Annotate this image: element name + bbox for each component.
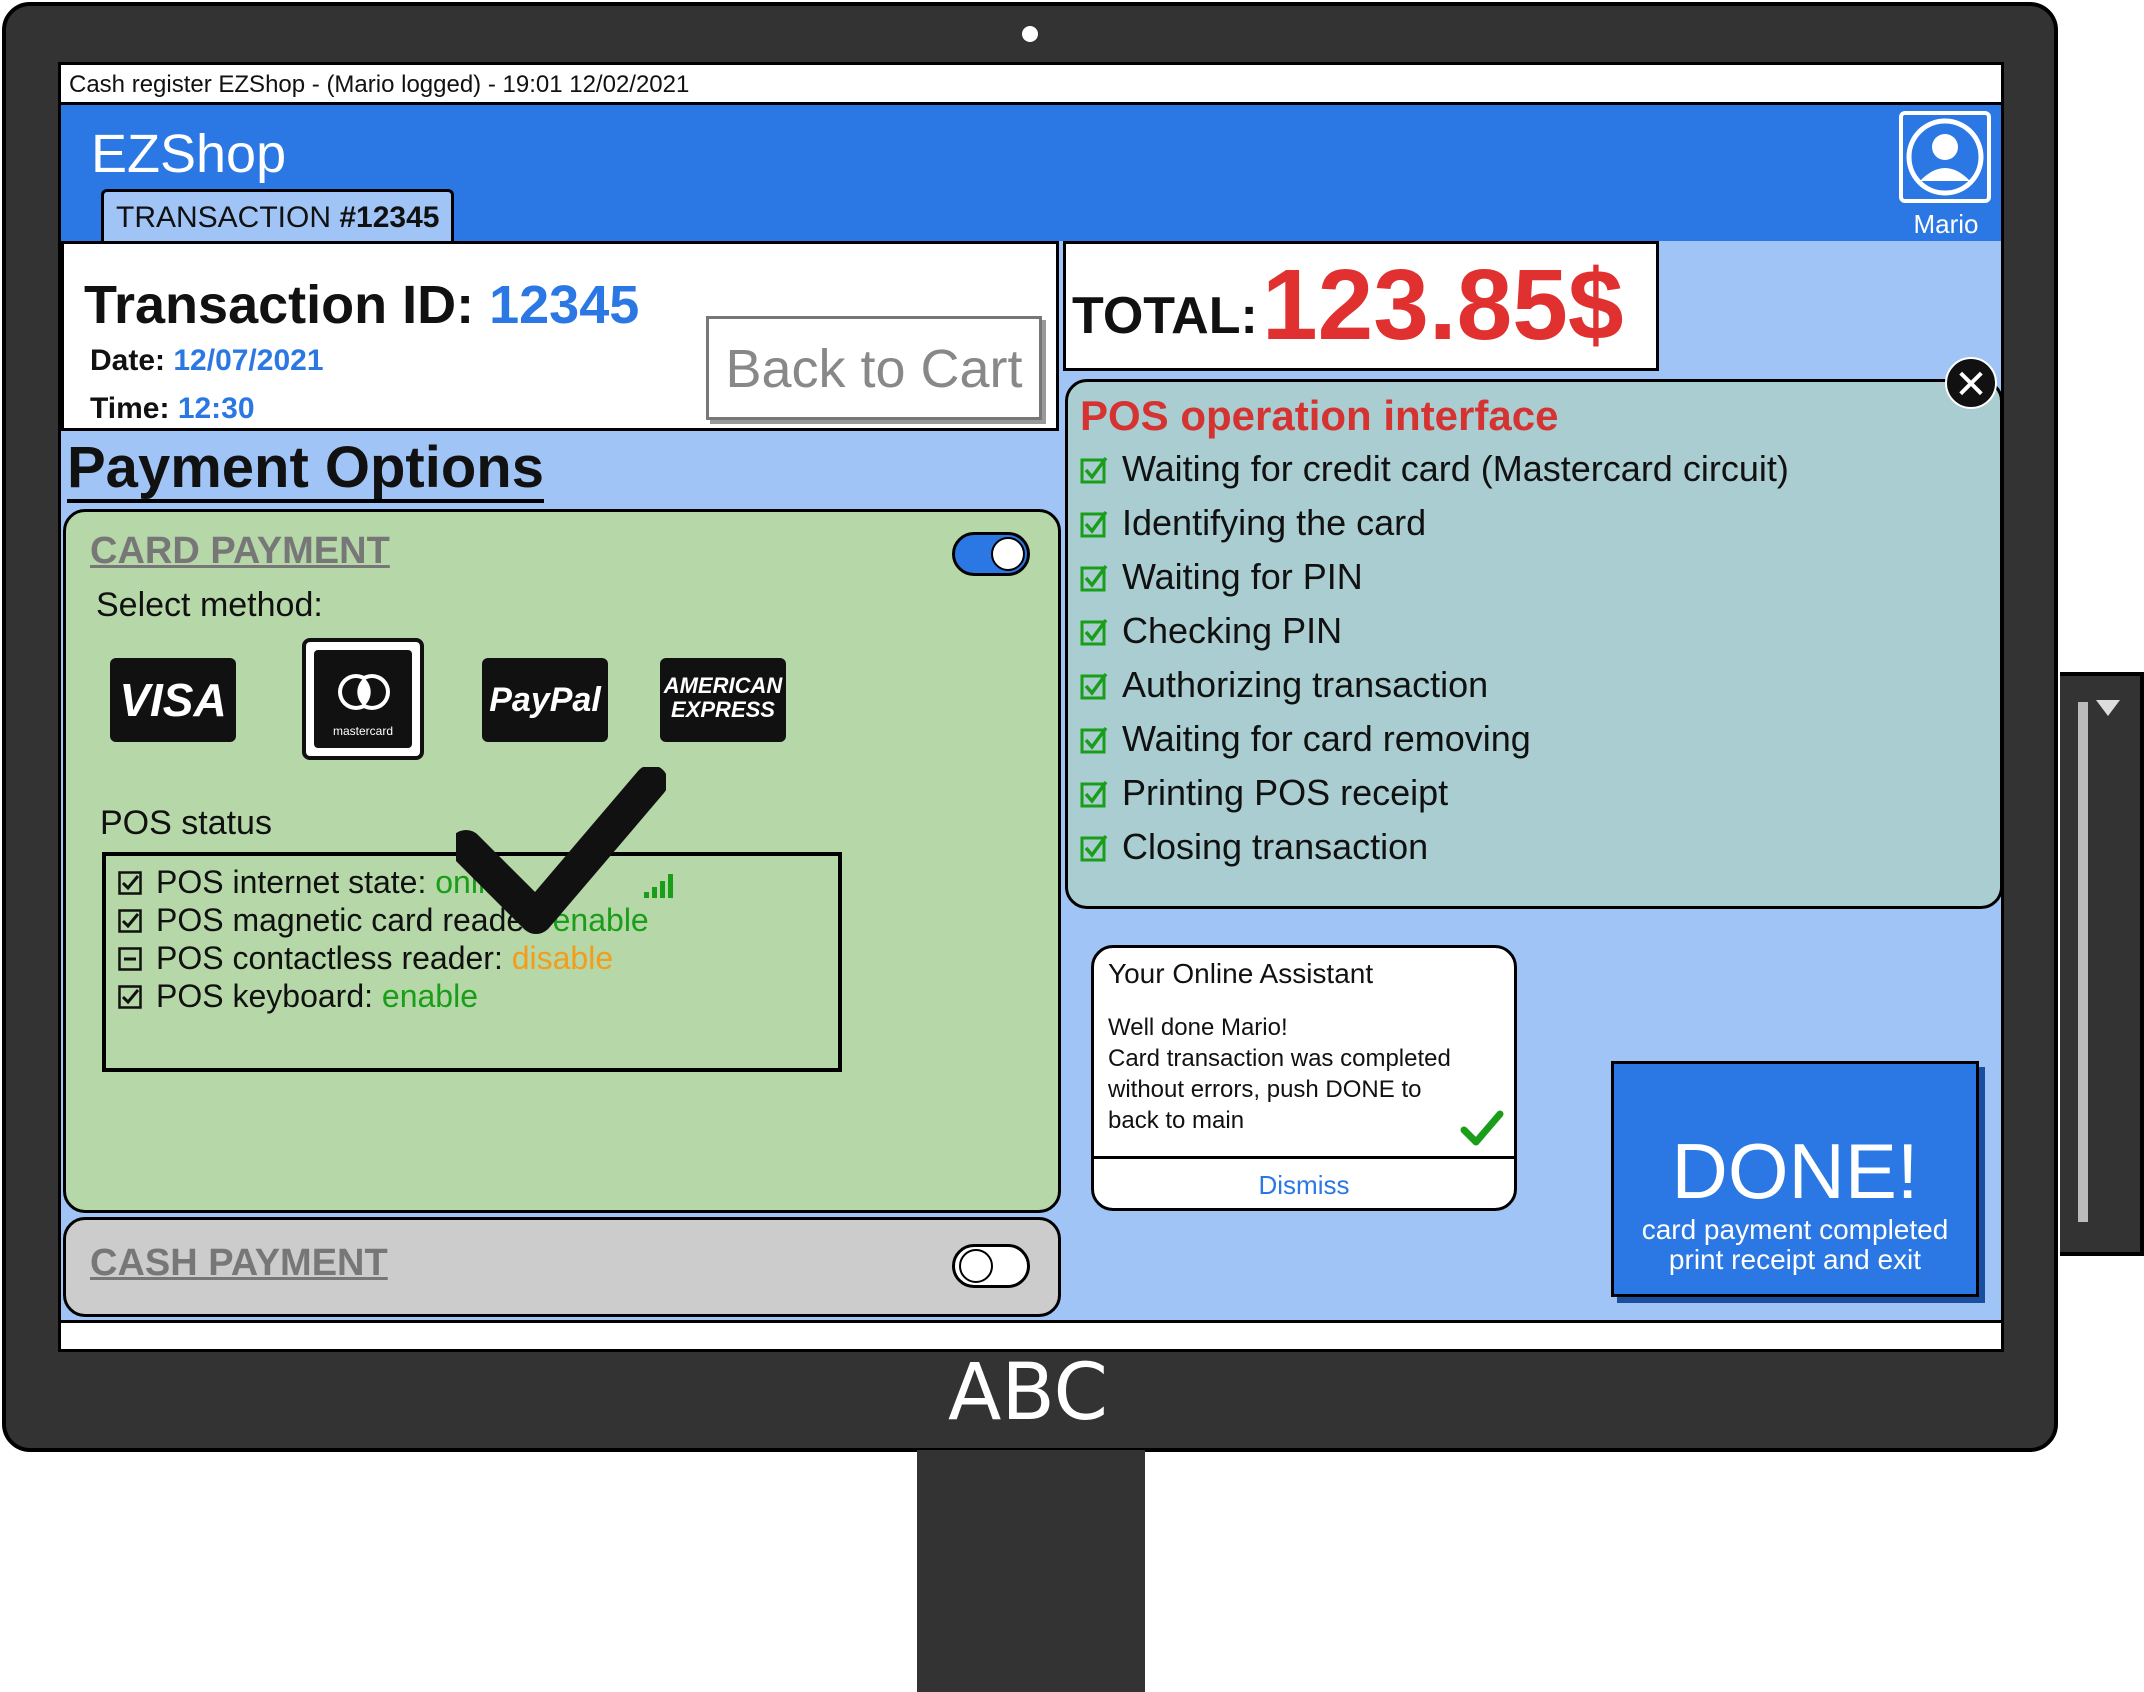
checkbox-checked-icon xyxy=(1080,834,1108,862)
status-value: enable xyxy=(381,978,478,1014)
tab-transaction[interactable]: TRANSACTION #12345 xyxy=(101,189,455,243)
card-reader-slit xyxy=(2078,702,2088,1222)
large-checkmark-icon xyxy=(456,767,666,934)
status-label: POS keyboard: xyxy=(156,978,382,1014)
assistant-title: Your Online Assistant xyxy=(1108,958,1374,989)
pos-step-label: Printing POS receipt xyxy=(1122,772,1449,813)
checkbox-checked-icon xyxy=(1080,780,1108,808)
pos-step: Waiting for PIN xyxy=(1080,556,1363,598)
total-label: TOTAL: xyxy=(1072,287,1258,345)
cash-payment-panel: CASH PAYMENT xyxy=(63,1217,1061,1317)
status-bar xyxy=(61,1320,2001,1349)
mastercard-method[interactable]: mastercard xyxy=(302,638,424,760)
pos-step-label: Checking PIN xyxy=(1122,610,1343,651)
transaction-id: Transaction ID: 12345 xyxy=(84,274,639,336)
cash-payment-toggle[interactable] xyxy=(952,1244,1030,1288)
screen: Cash register EZShop - (Mario logged) - … xyxy=(58,62,2004,1352)
transaction-date-value: 12/07/2021 xyxy=(173,344,324,377)
transaction-info-panel: Transaction ID: 12345 Date: 12/07/2021 T… xyxy=(61,241,1059,431)
transaction-date: Date: 12/07/2021 xyxy=(90,344,324,378)
pos-step-label: Waiting for card removing xyxy=(1122,718,1531,759)
mastercard-logo: mastercard xyxy=(314,650,412,748)
monitor-stand xyxy=(917,1450,1145,1692)
pos-step: Authorizing transaction xyxy=(1080,664,1488,706)
transaction-id-value: 12345 xyxy=(489,275,640,335)
select-method-label: Select method: xyxy=(96,586,323,624)
app-header: EZShop TRANSACTION #12345 Mario xyxy=(61,105,2001,243)
webcam-dot xyxy=(1022,26,1038,42)
checkbox-checked-icon xyxy=(1080,564,1108,592)
assistant-divider xyxy=(1094,1156,1514,1159)
checkbox-checked-icon xyxy=(118,871,142,895)
mastercard-label: mastercard xyxy=(332,724,394,738)
toggle-knob xyxy=(959,1249,993,1283)
pos-step: Checking PIN xyxy=(1080,610,1342,652)
total-value: 123.85$ xyxy=(1262,249,1624,361)
assistant-message: Well done Mario! Card transaction was co… xyxy=(1108,1014,1451,1134)
pos-status-label: POS status xyxy=(100,804,272,842)
online-assistant-popup: Your Online Assistant Well done Mario! C… xyxy=(1091,945,1517,1211)
card-payment-toggle[interactable] xyxy=(952,532,1030,576)
amex-method[interactable]: AMERICAN EXPRESS xyxy=(660,658,786,742)
pos-step: Waiting for credit card (Mastercard circ… xyxy=(1080,448,1789,490)
pos-step: Closing transaction xyxy=(1080,826,1428,868)
checkbox-partial-icon xyxy=(118,947,142,971)
checkbox-checked-icon xyxy=(1080,456,1108,484)
done-button[interactable]: DONE! card payment completed print recei… xyxy=(1611,1061,1979,1297)
done-label: DONE! xyxy=(1671,1127,1919,1215)
checkbox-checked-icon xyxy=(1080,618,1108,646)
transaction-time: Time: 12:30 xyxy=(90,392,255,426)
checkbox-checked-icon xyxy=(1080,510,1108,538)
pos-operation-panel: POS operation interface Waiting for cred… xyxy=(1065,379,2001,909)
total-panel: TOTAL: 123.85$ xyxy=(1063,241,1659,371)
checkbox-checked-icon xyxy=(118,985,142,1009)
card-payment-title[interactable]: CARD PAYMENT xyxy=(90,530,390,573)
checkbox-checked-icon xyxy=(1080,672,1108,700)
tab-transaction-prefix: TRANSACTION xyxy=(116,201,340,234)
done-subtitle-1: card payment completed xyxy=(1641,1214,1949,1245)
tab-transaction-number: #12345 xyxy=(339,201,440,234)
pos-operation-title: POS operation interface xyxy=(1080,392,1559,439)
dismiss-button[interactable]: Dismiss xyxy=(1094,1170,1514,1201)
user-avatar-icon[interactable] xyxy=(1899,111,1991,203)
mastercard-circles-icon xyxy=(338,674,390,710)
transaction-id-label: Transaction ID: xyxy=(84,275,490,335)
app-name: EZShop xyxy=(91,124,287,184)
cash-payment-title[interactable]: CASH PAYMENT xyxy=(90,1242,388,1285)
monitor-brand: ABC xyxy=(948,1348,1108,1438)
pos-step-label: Authorizing transaction xyxy=(1122,664,1489,705)
paypal-method[interactable]: PayPal xyxy=(482,658,608,742)
pos-step-label: Waiting for PIN xyxy=(1122,556,1363,597)
card-payment-panel: CARD PAYMENT Select method: VISA masterc… xyxy=(63,509,1061,1213)
back-to-cart-button[interactable]: Back to Cart xyxy=(706,316,1042,420)
pos-step: Waiting for card removing xyxy=(1080,718,1531,760)
visa-method[interactable]: VISA xyxy=(110,658,236,742)
checkbox-checked-icon xyxy=(118,909,142,933)
pos-step-label: Identifying the card xyxy=(1122,502,1427,543)
transaction-date-label: Date: xyxy=(90,344,174,377)
done-subtitle-2: print receipt and exit xyxy=(1668,1244,1922,1275)
success-check-icon xyxy=(1460,1110,1504,1146)
pos-step: Printing POS receipt xyxy=(1080,772,1448,814)
user-name: Mario xyxy=(1913,209,1979,239)
card-reader-slot xyxy=(2060,672,2144,1256)
close-icon[interactable]: ✕ xyxy=(1945,357,1997,409)
pos-step: Identifying the card xyxy=(1080,502,1426,544)
pos-step-label: Closing transaction xyxy=(1122,826,1429,867)
transaction-time-label: Time: xyxy=(90,392,178,425)
window-title: Cash register EZShop - (Mario logged) - … xyxy=(61,65,2001,105)
checkbox-checked-icon xyxy=(1080,726,1108,754)
pos-step-label: Waiting for credit card (Mastercard circ… xyxy=(1122,448,1789,489)
transaction-time-value: 12:30 xyxy=(177,392,255,425)
status-label: POS internet state: xyxy=(156,864,436,900)
insert-arrow-icon xyxy=(2096,700,2120,716)
toggle-knob xyxy=(991,537,1025,571)
payment-options-heading: Payment Options xyxy=(67,437,544,503)
status-row-keyboard: POS keyboard: enable xyxy=(118,978,478,1015)
